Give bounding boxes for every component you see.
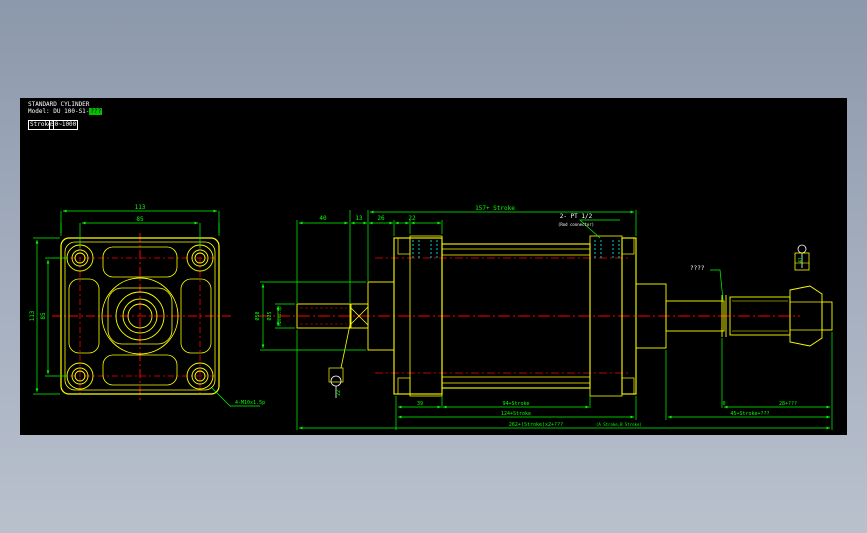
dim-diameter-50: Ø50 [254,311,261,320]
dim-total-top: 157+ Stroke [475,205,515,212]
unknown-dim-label: ???? [690,265,705,272]
model-suffix-tag: ??? [89,108,103,115]
dim-22: 22 [408,215,416,222]
dim-rod-extension: 40 [319,215,327,222]
dim-26: 26 [377,215,385,222]
dim-overall-note: (A Stroke,B Stroke) [596,422,642,427]
dim-front-width-inner: 85 [136,216,144,223]
dim-diameter-25: Ø25 [266,311,273,320]
dim-124-stroke: 124+Stroke [501,411,531,417]
side-view: 40 13 26 22 157+ Stroke 2- PT 1/2 (Rod c… [254,205,833,430]
dim-rod-end: 28+??? [779,401,797,407]
rod-thread-note: M20x1.5p [277,306,282,326]
port-note: 2- PT 1/2 [560,213,593,220]
rod-end-detail [797,244,807,268]
thread-note: 4-M10x1.5p [235,400,265,406]
dim-45-stroke: 45+Stroke+??? [730,411,769,417]
drawing-title: STANDARD CYLINDER [28,101,90,108]
dim-41: 41 [798,257,804,263]
port-rear [412,240,438,258]
dim-stroke-mid: 94+Stroke [502,401,529,407]
front-view: 113 85 113 85 4-M10x1.5p [29,204,265,407]
dim-port-22: 22 [336,390,342,396]
dim-front-height-outer: 113 [29,310,36,321]
cad-drawing: 113 85 113 85 4-M10x1.5p 40 13 26 22 157… [29,204,833,430]
dim-39: 39 [417,401,423,407]
port-sub-note: (Rod connector) [558,222,594,227]
dim-zero: 0 [722,401,725,407]
dim-13: 13 [355,215,363,222]
stroke-range-box: 50~1000 [49,120,79,130]
dim-front-width-outer: 113 [135,204,146,211]
model-line: Model: DU 100-S1-??? [28,108,103,115]
port-front [594,240,620,258]
dim-front-height-inner: 85 [40,312,47,320]
cad-canvas: 113 85 113 85 4-M10x1.5p 40 13 26 22 157… [20,98,847,435]
model-prefix: Model: DU 100-S1- [28,108,90,115]
dim-overall: 262+(Stroke)x2+??? [509,422,563,428]
